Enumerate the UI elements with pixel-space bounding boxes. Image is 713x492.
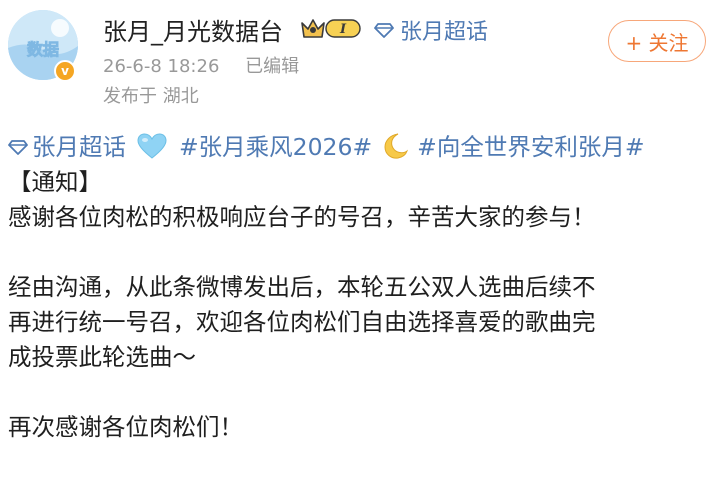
thanks-line: 感谢各位肉松的积极响应台子的号召，辛苦大家的参与！: [8, 203, 596, 231]
paragraph-line-2: 再进行统一号召，欢迎各位肉松们自由选择喜爱的歌曲完: [8, 308, 596, 336]
crown-icon: [301, 19, 325, 38]
author-name[interactable]: 张月_月光数据台: [103, 12, 283, 47]
paragraph-line-3: 成投票此轮选曲～: [8, 343, 196, 371]
supertopic-tag-label: 张月超话: [32, 133, 126, 161]
notice-heading: 【通知】: [8, 168, 102, 196]
supertopic-label: 张月超话: [400, 20, 489, 45]
supertopic-tag[interactable]: 张月超话: [8, 133, 126, 161]
hashtag-chengfeng[interactable]: #张月乘风2026#: [179, 133, 372, 161]
closing-line: 再次感谢各位肉松们！: [8, 413, 243, 441]
follow-button[interactable]: + 关注: [608, 20, 706, 62]
supertopic-diamond-icon: [8, 140, 28, 155]
post-date: 26-6-8 18:26: [103, 56, 220, 77]
hashtag-anli[interactable]: #向全世界安利张月#: [417, 133, 644, 161]
crown-level-badge[interactable]: I: [300, 15, 362, 41]
post-content: 张月超话 #张月乘风2026# #向全世界安利张月# 【通知】 感谢各位肉松的积…: [8, 130, 708, 445]
level-badge-text: I: [339, 22, 347, 37]
post-meta: 26-6-8 18:26 已编辑: [103, 52, 319, 78]
crescent-moon-emoji: [384, 133, 408, 159]
supertopic-diamond-icon: [374, 23, 394, 38]
supertopic-link[interactable]: 张月超话: [374, 14, 488, 46]
avatar-text: 数据: [27, 40, 59, 59]
tags-line: 张月超话 #张月乘风2026# #向全世界安利张月#: [8, 130, 708, 165]
light-blue-heart-emoji: [137, 133, 167, 159]
post-location: 发布于 湖北: [103, 86, 199, 107]
edited-label[interactable]: 已编辑: [245, 56, 299, 77]
paragraph-line-1: 经由沟通，从此条微博发出后，本轮五公双人选曲后续不: [8, 273, 596, 301]
verified-v-icon: v: [54, 60, 76, 82]
